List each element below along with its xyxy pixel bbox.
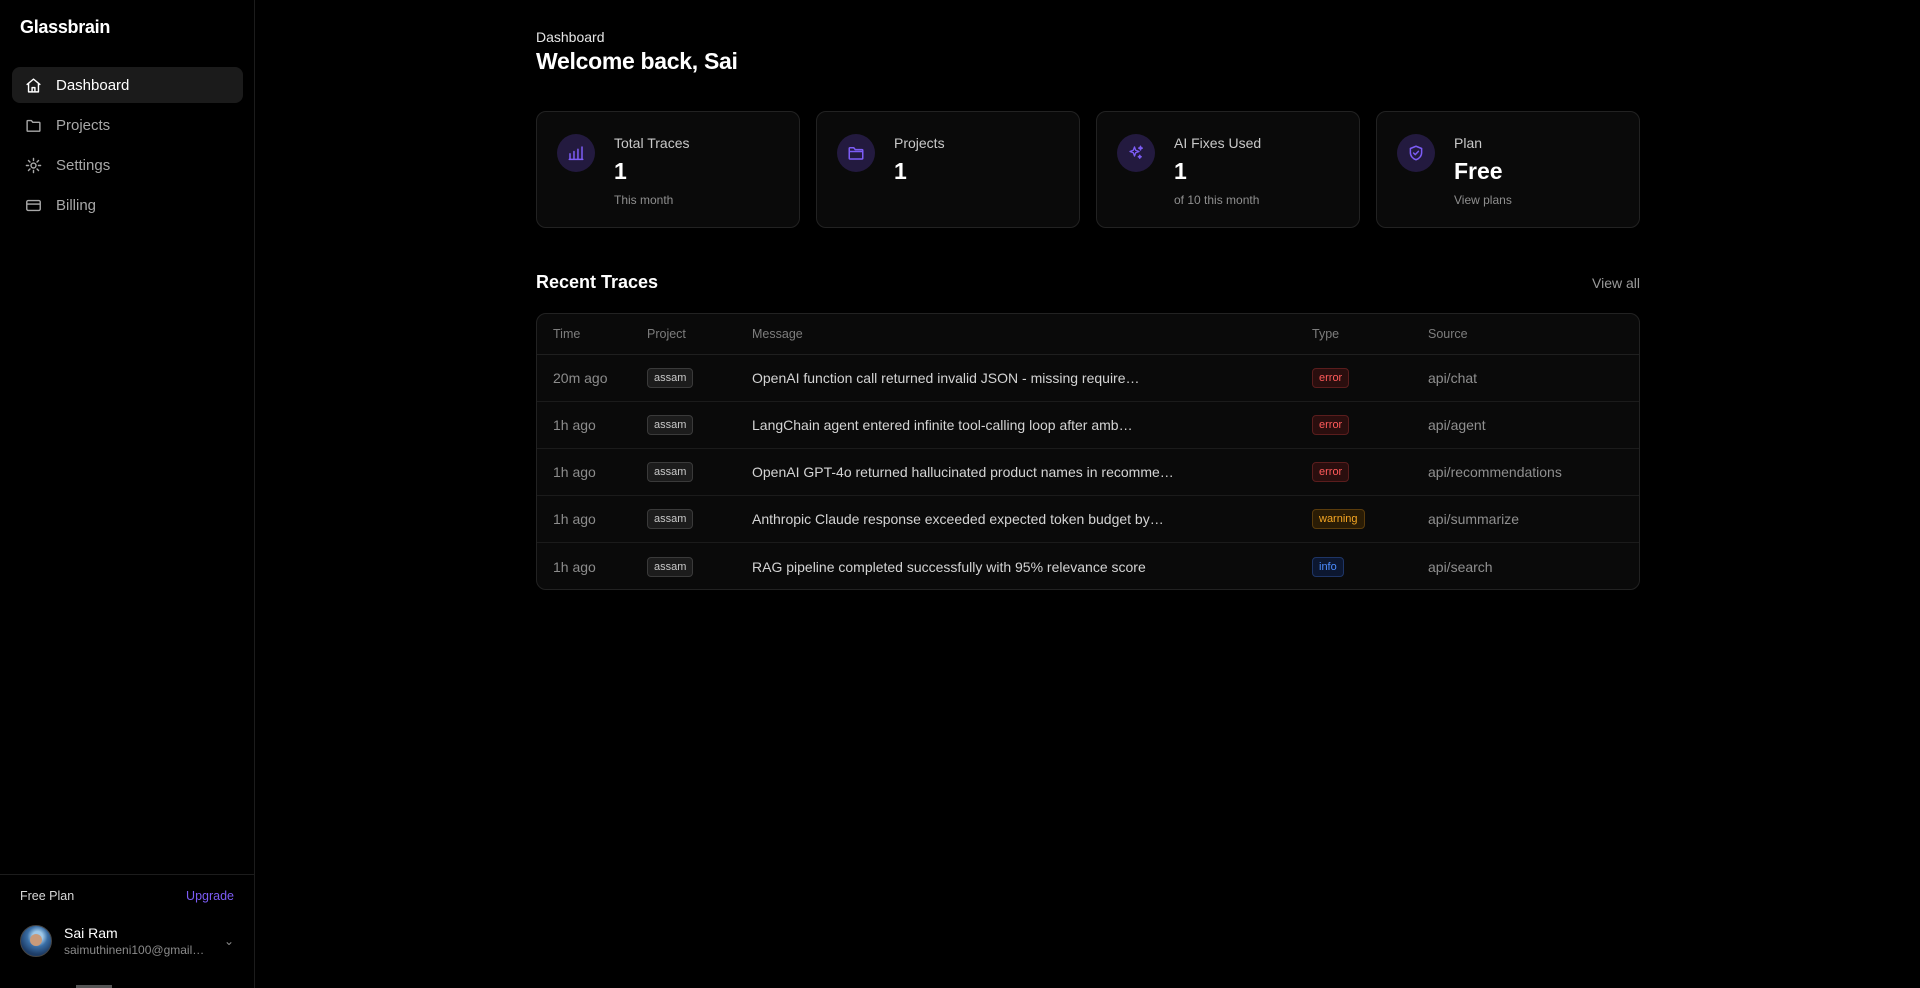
gear-icon — [24, 156, 42, 174]
trace-message: Anthropic Claude response exceeded expec… — [752, 511, 1164, 527]
project-tag: assam — [647, 415, 694, 435]
sidebar-item-settings[interactable]: Settings — [12, 147, 243, 183]
type-badge: info — [1312, 556, 1344, 577]
stat-value: 1 — [894, 158, 907, 184]
stat-card-projects: Projects 1 — [816, 111, 1080, 228]
stat-value: 1 — [1174, 158, 1187, 184]
upgrade-link[interactable]: Upgrade — [186, 889, 234, 903]
sidebar-item-label: Billing — [56, 196, 97, 214]
trace-message: LangChain agent entered infinite tool-ca… — [752, 417, 1133, 433]
table-row[interactable]: 1h ago assam OpenAI GPT-4o returned hall… — [537, 449, 1639, 496]
trace-time: 1h ago — [553, 558, 596, 575]
column-header-source: Source — [1428, 327, 1468, 341]
brand-logo[interactable]: Glassbrain — [20, 17, 110, 38]
stat-card-total-traces: Total Traces 1 This month — [536, 111, 800, 228]
type-badge: warning — [1312, 509, 1365, 529]
trace-source: api/recommendations — [1428, 464, 1562, 480]
trace-time: 20m ago — [553, 370, 608, 386]
trace-time: 1h ago — [553, 417, 596, 433]
table-row[interactable]: 1h ago assam Anthropic Claude response e… — [537, 496, 1639, 543]
sidebar-item-label: Dashboard — [56, 76, 130, 94]
breadcrumb: Dashboard — [536, 29, 605, 45]
credit-card-icon — [24, 196, 42, 214]
trace-message: OpenAI function call returned invalid JS… — [752, 370, 1140, 386]
trace-message: OpenAI GPT-4o returned hallucinated prod… — [752, 464, 1174, 480]
page-title: Welcome back, Sai — [536, 48, 738, 74]
folder-icon — [837, 134, 875, 172]
user-name: Sai Ram — [64, 925, 118, 941]
stat-value: Free — [1454, 158, 1503, 184]
chevron-down-icon[interactable]: ⌄ — [224, 934, 234, 948]
stat-card-plan: Plan Free View plans — [1376, 111, 1640, 228]
home-icon — [24, 76, 42, 94]
user-info: Sai Ram saimuthineni100@gmail.com — [64, 925, 218, 957]
avatar — [20, 925, 52, 957]
table-row[interactable]: 20m ago assam OpenAI function call retur… — [537, 355, 1639, 402]
project-tag: assam — [647, 509, 694, 529]
sidebar-item-dashboard[interactable]: Dashboard — [12, 67, 243, 103]
user-menu[interactable]: Sai Ram saimuthineni100@gmail.com ⌄ — [20, 925, 234, 957]
sidebar-item-label: Projects — [56, 116, 111, 134]
view-plans-link[interactable]: View plans — [1454, 193, 1512, 207]
table-row[interactable]: 1h ago assam LangChain agent entered inf… — [537, 402, 1639, 449]
type-badge: error — [1312, 462, 1350, 482]
sidebar: Glassbrain Dashboard Projects Settings B… — [0, 0, 255, 988]
column-header-message: Message — [752, 327, 803, 341]
view-all-link[interactable]: View all — [1592, 275, 1640, 291]
trace-source: api/chat — [1428, 370, 1478, 386]
stat-subtext: This month — [614, 193, 674, 207]
user-email: saimuthineni100@gmail.com — [64, 943, 206, 957]
project-tag: assam — [647, 556, 694, 577]
recent-traces-table: Time Project Message Type Source 20m ago… — [536, 313, 1640, 590]
column-header-type: Type — [1312, 327, 1340, 341]
sidebar-item-billing[interactable]: Billing — [12, 187, 243, 223]
trace-source: api/search — [1428, 558, 1493, 575]
sidebar-item-label: Settings — [56, 156, 111, 174]
stat-label: Total Traces — [614, 135, 690, 151]
project-tag: assam — [647, 368, 694, 388]
shield-check-icon — [1397, 134, 1435, 172]
stat-card-ai-fixes: AI Fixes Used 1 of 10 this month — [1096, 111, 1360, 228]
table-header: Time Project Message Type Source — [537, 314, 1639, 355]
type-badge: error — [1312, 368, 1350, 388]
stat-label: Projects — [894, 135, 945, 151]
stat-subtext: of 10 this month — [1174, 193, 1260, 207]
stat-label: Plan — [1454, 135, 1483, 151]
stat-value: 1 — [614, 158, 627, 184]
stats-cards: Total Traces 1 This month Projects 1 AI … — [536, 111, 1640, 228]
trace-source: api/agent — [1428, 417, 1486, 433]
recent-traces-title: Recent Traces — [536, 272, 659, 292]
stat-label: AI Fixes Used — [1174, 135, 1262, 151]
trace-source: api/summarize — [1428, 511, 1520, 527]
trace-time: 1h ago — [553, 464, 596, 480]
column-header-time: Time — [553, 327, 581, 341]
project-tag: assam — [647, 462, 694, 482]
table-row[interactable]: 1h ago assam RAG pipeline completed succ… — [537, 543, 1639, 589]
type-badge: error — [1312, 415, 1350, 435]
plan-row: Free Plan Upgrade — [20, 889, 234, 903]
sidebar-footer: Free Plan Upgrade Sai Ram saimuthineni10… — [0, 874, 254, 988]
trace-time: 1h ago — [553, 511, 596, 527]
plan-label: Free Plan — [20, 889, 75, 903]
sidebar-nav: Dashboard Projects Settings Billing — [12, 67, 243, 227]
sparkles-icon — [1117, 134, 1155, 172]
sidebar-item-projects[interactable]: Projects — [12, 107, 243, 143]
bar-chart-icon — [557, 134, 595, 172]
trace-message: RAG pipeline completed successfully with… — [752, 558, 1146, 575]
column-header-project: Project — [647, 327, 686, 341]
folder-icon — [24, 116, 42, 134]
